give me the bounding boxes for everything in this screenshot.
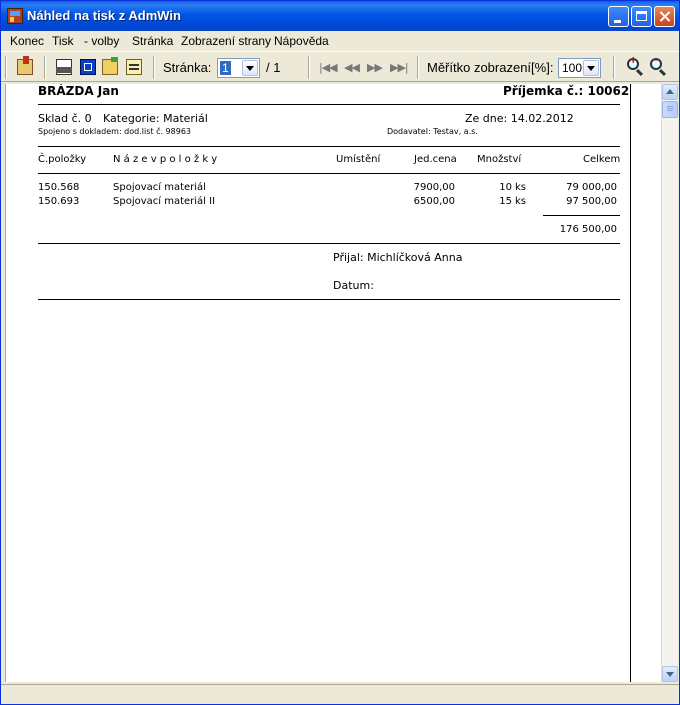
page-total: / 1 <box>266 60 281 75</box>
page-margin <box>631 84 661 682</box>
chevron-down-icon[interactable] <box>583 60 599 76</box>
menu-tisk[interactable]: Tisk <box>52 34 74 48</box>
page-select[interactable]: 1 <box>217 58 260 78</box>
item-number: 150.568 <box>38 182 80 193</box>
divider <box>38 146 620 147</box>
scroll-thumb[interactable] <box>662 101 678 118</box>
document-title: Příjemka č.: 10062 <box>503 84 630 98</box>
menu-zobrazeni-strany[interactable]: Zobrazení strany <box>181 34 271 48</box>
menu-stranka[interactable]: Stránka <box>132 34 173 48</box>
row-total: 79 000,00 <box>566 182 617 193</box>
warehouse-number: Sklad č. 0 <box>38 112 92 125</box>
item-name: Spojovací materiál <box>113 182 206 193</box>
linked-document: Spojeno s dokladem: dod.list č. 98963 <box>38 127 191 136</box>
unit-price: 6500,00 <box>413 196 455 207</box>
divider <box>38 243 620 244</box>
supplier: Dodavatel: Testav, a.s. <box>387 127 478 136</box>
menu-bar: Konec Tisk - volby Stránka Zobrazení str… <box>1 31 679 50</box>
last-page-icon[interactable]: ▶▶| <box>390 61 409 74</box>
toolbar-separator <box>153 56 155 79</box>
window-title: Náhled na tisk z AdmWin <box>27 8 181 23</box>
zoom-select-value: 100 <box>562 61 583 75</box>
date-label: Datum: <box>333 279 374 292</box>
menu-napoveda[interactable]: Nápověda <box>274 34 329 48</box>
grand-total: 176 500,00 <box>559 224 617 235</box>
toolbar-grip <box>5 56 7 79</box>
divider <box>38 104 620 105</box>
close-button[interactable] <box>654 6 675 27</box>
previous-page-icon[interactable]: ◀◀ <box>344 61 360 74</box>
quantity: 10 <box>499 182 512 193</box>
first-page-icon[interactable]: |◀◀ <box>319 61 338 74</box>
menu-konec[interactable]: Konec <box>10 34 44 48</box>
column-header-item-number: Č.položky <box>38 154 87 165</box>
open-folder-icon[interactable] <box>102 57 118 75</box>
export-icon[interactable] <box>126 59 142 75</box>
exit-icon[interactable] <box>17 56 33 75</box>
zoom-label: Měřítko zobrazení[%]: <box>427 60 554 75</box>
unit-price: 7900,00 <box>413 182 455 193</box>
row-total: 97 500,00 <box>566 196 617 207</box>
zoom-select[interactable]: 100 <box>558 58 601 78</box>
print-preview-window: Náhled na tisk z AdmWin Konec Tisk - vol… <box>0 0 680 705</box>
minimize-button[interactable] <box>608 6 629 27</box>
status-bar <box>1 684 679 704</box>
page-label: Stránka: <box>163 60 212 75</box>
column-header-location: Umístění <box>336 154 381 165</box>
print-settings-icon[interactable] <box>80 59 96 75</box>
item-name: Spojovací materiál II <box>113 196 216 207</box>
toolbar-separator <box>613 56 615 79</box>
column-header-item-name: N á z e v p o l o ž k y <box>113 154 218 165</box>
column-header-total: Celkem <box>583 154 621 165</box>
toolbar-separator <box>417 56 419 79</box>
recipient-name: BRÁZDA Jan <box>38 84 119 98</box>
zoom-in-icon[interactable] <box>627 55 639 70</box>
divider <box>38 299 620 300</box>
scroll-down-icon[interactable] <box>662 666 678 682</box>
scroll-up-icon[interactable] <box>662 84 678 100</box>
printer-icon[interactable] <box>56 59 72 75</box>
chevron-down-icon[interactable] <box>242 60 258 76</box>
preview-area[interactable]: BRÁZDA Jan Příjemka č.: 10062 Sklad č. 0… <box>5 84 661 682</box>
category: Kategorie: Materiál <box>103 112 208 125</box>
unit: ks <box>515 182 527 193</box>
toolbar: Stránka: 1 / 1 |◀◀ ◀◀ ▶▶ ▶▶| Měřítko zob… <box>1 51 679 82</box>
maximize-button[interactable] <box>631 6 652 27</box>
item-number: 150.693 <box>38 196 80 207</box>
title-bar[interactable]: Náhled na tisk z AdmWin <box>1 1 679 31</box>
toolbar-separator <box>44 56 46 79</box>
quantity: 15 <box>499 196 512 207</box>
column-header-quantity: Množství <box>477 154 522 165</box>
next-page-icon[interactable]: ▶▶ <box>367 61 383 74</box>
unit: ks <box>515 196 527 207</box>
app-icon[interactable] <box>7 8 23 24</box>
page-select-value: 1 <box>220 61 231 75</box>
document-date: Ze dne: 14.02.2012 <box>465 112 574 125</box>
column-header-unit-price: Jed.cena <box>414 154 457 165</box>
toolbar-separator <box>308 56 310 79</box>
vertical-scrollbar[interactable] <box>661 84 678 682</box>
zoom-out-icon[interactable] <box>650 55 662 70</box>
menu-volby[interactable]: - volby <box>84 34 119 48</box>
received-by: Přijal: Michlíčková Anna <box>333 251 463 264</box>
divider <box>38 173 620 174</box>
total-divider <box>543 215 620 216</box>
